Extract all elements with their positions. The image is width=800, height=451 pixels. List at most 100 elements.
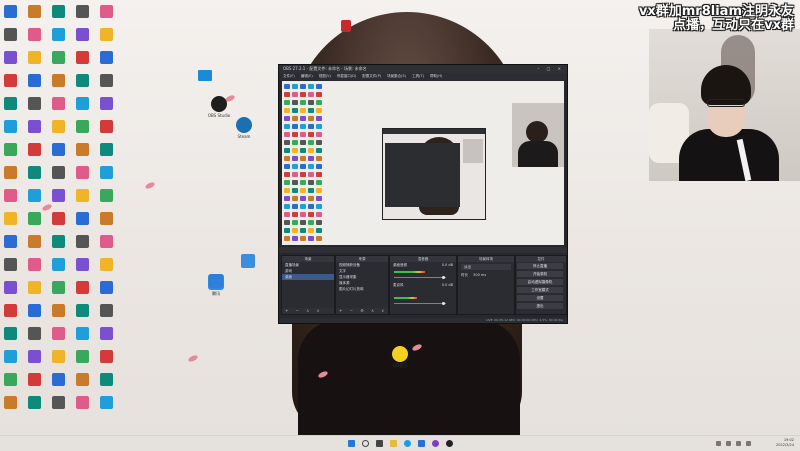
desktop-shortcut-icon[interactable] xyxy=(4,74,17,87)
desktop-shortcut-icon[interactable] xyxy=(28,281,41,294)
stop-streaming-button[interactable]: 停止直播 xyxy=(517,263,563,269)
desktop-shortcut-icon[interactable] xyxy=(4,235,17,248)
desktop-shortcut-icon[interactable] xyxy=(28,5,41,18)
menu-file[interactable]: 文件(F) xyxy=(283,73,295,80)
window-controls[interactable]: – □ × xyxy=(537,65,564,73)
desktop-shortcut-icon[interactable] xyxy=(100,258,113,271)
desktop-shortcut-icon[interactable] xyxy=(52,51,65,64)
desktop-shortcut-icon[interactable] xyxy=(76,327,89,340)
menu-view[interactable]: 视图(V) xyxy=(319,73,331,80)
desktop-shortcut-icon[interactable] xyxy=(100,235,113,248)
desktop-item-music[interactable]: QQ音乐 xyxy=(380,346,420,369)
exit-button[interactable]: 退出 xyxy=(517,303,563,309)
desktop-shortcut-icon[interactable] xyxy=(100,74,113,87)
desktop-shortcut-icon[interactable] xyxy=(28,327,41,340)
desktop-shortcut-icon[interactable] xyxy=(52,258,65,271)
desktop-item-steam[interactable]: Steam xyxy=(224,117,264,139)
task-view-icon[interactable] xyxy=(376,440,383,447)
desktop-shortcut-icon[interactable] xyxy=(4,189,17,202)
desktop-shortcut-icon[interactable] xyxy=(100,281,113,294)
start-button-icon[interactable] xyxy=(348,440,355,447)
obs-window[interactable]: OBS 27.2.1 - 配置文件: 未命名 - 场景: 未命名 – □ × 文… xyxy=(278,64,568,324)
desktop-shortcut-icon[interactable] xyxy=(52,97,65,110)
desktop-shortcut-icon[interactable] xyxy=(100,350,113,363)
desktop-shortcut-icon[interactable] xyxy=(52,212,65,225)
chevron-up-icon[interactable] xyxy=(716,441,721,446)
desktop-shortcut-icon[interactable] xyxy=(52,350,65,363)
top-app-icon[interactable] xyxy=(341,20,351,32)
scenes-panel-toolbar[interactable]: + − ∧ ∨ xyxy=(282,308,334,314)
desktop-shortcut-icon[interactable] xyxy=(76,28,89,41)
desktop-shortcut-icon[interactable] xyxy=(52,304,65,317)
obs-title-bar[interactable]: OBS 27.2.1 - 配置文件: 未命名 - 场景: 未命名 – □ × xyxy=(279,65,567,73)
desktop-shortcut-icon[interactable] xyxy=(52,166,65,179)
desktop-shortcut-icon[interactable] xyxy=(76,281,89,294)
desktop-shortcut-icon[interactable] xyxy=(100,51,113,64)
desktop-shortcut-icon[interactable] xyxy=(100,120,113,133)
desktop-shortcut-icon[interactable] xyxy=(52,28,65,41)
menu-help[interactable]: 帮助(H) xyxy=(430,73,442,80)
shield-icon[interactable] xyxy=(209,274,223,288)
desktop-shortcut-icon[interactable] xyxy=(100,189,113,202)
desktop-shortcut-icon[interactable] xyxy=(76,212,89,225)
desktop-shortcut-icon[interactable] xyxy=(100,304,113,317)
volume-slider[interactable] xyxy=(394,303,446,304)
app-taskbar-icon[interactable] xyxy=(446,440,453,447)
store-icon[interactable] xyxy=(418,440,425,447)
obs-taskbar-icon[interactable] xyxy=(432,440,439,447)
source-item[interactable]: 图片幻灯片放映 xyxy=(336,286,388,292)
desktop-shortcut-icon[interactable] xyxy=(4,166,17,179)
desktop-shortcut-icon[interactable] xyxy=(28,97,41,110)
desktop-shortcut-icon[interactable] xyxy=(100,5,113,18)
desktop-shortcut-icon[interactable] xyxy=(76,166,89,179)
sources-panel-toolbar[interactable]: + − ⚙ ∧ ∨ xyxy=(336,308,388,314)
transition-type-select[interactable]: 淡出 xyxy=(461,264,511,270)
desktop-shortcut-icon[interactable] xyxy=(4,327,17,340)
start-recording-button[interactable]: 开始录制 xyxy=(517,271,563,277)
desktop-shortcut-icon[interactable] xyxy=(52,281,65,294)
desktop-shortcut-icon[interactable] xyxy=(100,28,113,41)
search-icon[interactable] xyxy=(362,440,369,447)
desktop-shortcut-icon[interactable] xyxy=(100,396,113,409)
desktop-shortcut-icon[interactable] xyxy=(52,327,65,340)
menu-edit[interactable]: 编辑(E) xyxy=(301,73,313,80)
desktop-shortcut-icon[interactable] xyxy=(4,281,17,294)
desktop-shortcut-icon[interactable] xyxy=(76,373,89,386)
desktop-shortcut-icon[interactable] xyxy=(28,189,41,202)
desktop-shortcut-icon[interactable] xyxy=(28,373,41,386)
desktop-shortcut-icon[interactable] xyxy=(28,258,41,271)
volume-slider[interactable] xyxy=(394,277,446,278)
desktop-shortcut-icon[interactable] xyxy=(76,304,89,317)
volume-slider-knob[interactable] xyxy=(442,302,445,305)
desktop-shortcut-icon[interactable] xyxy=(4,143,17,156)
desktop-shortcut-icon[interactable] xyxy=(4,258,17,271)
desktop-shortcut-icon[interactable] xyxy=(100,143,113,156)
desktop-shortcut-icon[interactable] xyxy=(100,212,113,225)
desktop-shortcut-icon[interactable] xyxy=(4,304,17,317)
settings-button[interactable]: 设置 xyxy=(517,295,563,301)
desktop-shortcut-icon[interactable] xyxy=(76,189,89,202)
obs-preview-canvas[interactable] xyxy=(282,81,564,245)
desktop-shortcut-icon[interactable] xyxy=(28,304,41,317)
desktop-shortcut-icon[interactable] xyxy=(76,5,89,18)
desktop-shortcut-icon[interactable] xyxy=(52,396,65,409)
desktop-shortcut-icon[interactable] xyxy=(28,28,41,41)
file-explorer-icon[interactable] xyxy=(390,440,397,447)
monitor-icon[interactable] xyxy=(198,70,212,81)
desktop-shortcut-icon[interactable] xyxy=(52,189,65,202)
desktop-shortcut-icon[interactable] xyxy=(28,74,41,87)
volume-slider-knob[interactable] xyxy=(442,276,445,279)
desktop-shortcut-icon[interactable] xyxy=(76,396,89,409)
desktop-shortcut-icon[interactable] xyxy=(76,51,89,64)
desktop-shortcut-icon[interactable] xyxy=(76,74,89,87)
desktop-item-obs[interactable]: OBS Studio xyxy=(199,96,239,118)
desktop-shortcut-icon[interactable] xyxy=(100,327,113,340)
menu-tools[interactable]: 工具(T) xyxy=(412,73,424,80)
desktop-shortcut-icon[interactable] xyxy=(76,120,89,133)
blue-app-icon[interactable] xyxy=(241,254,255,268)
volume-icon[interactable] xyxy=(736,441,741,446)
taskbar-clock[interactable]: 19:02 2022/3/24 xyxy=(776,438,794,448)
desktop-shortcut-icon[interactable] xyxy=(4,120,17,133)
desktop-shortcut-icon[interactable] xyxy=(4,396,17,409)
desktop-shortcut-icon[interactable] xyxy=(28,212,41,225)
